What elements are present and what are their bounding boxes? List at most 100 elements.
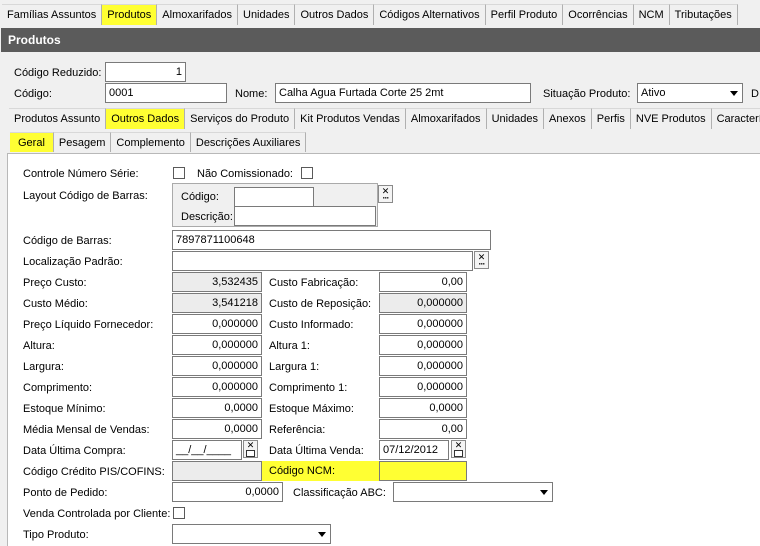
- preco-liquido-fornecedor-label: Preço Líquido Fornecedor:: [23, 319, 154, 331]
- data-ultima-compra-input[interactable]: __/__/____: [172, 440, 242, 460]
- largura-input[interactable]: 0,000000: [172, 356, 262, 376]
- top-tab-outros-dados[interactable]: Outros Dados: [295, 4, 375, 25]
- codigo-barras-input[interactable]: 7897871100648: [172, 230, 491, 250]
- chevron-down-icon[interactable]: [536, 483, 552, 501]
- top-tab-familias-assuntos[interactable]: Famílias Assuntos: [2, 4, 103, 25]
- custo-reposicao-input[interactable]: 0,000000: [379, 293, 467, 313]
- localizacao-padrao-input[interactable]: [172, 251, 473, 271]
- sub-tab-almoxarifados[interactable]: Almoxarifados: [405, 108, 487, 129]
- custo-medio-label: Custo Médio:: [23, 298, 88, 310]
- sub-tab-perfis[interactable]: Perfis: [591, 108, 631, 129]
- localizacao-lookup-button[interactable]: ✕ ···: [474, 251, 489, 269]
- nao-comissionado-checkbox[interactable]: [301, 167, 313, 179]
- sub-tab-nve-produtos[interactable]: NVE Produtos: [630, 108, 712, 129]
- estoque-minimo-input[interactable]: 0,0000: [172, 398, 262, 418]
- sub-tab-unidades[interactable]: Unidades: [486, 108, 545, 129]
- sub-tab-outros-dados[interactable]: Outros Dados: [106, 108, 186, 129]
- ellipsis-icon: ···: [382, 193, 390, 203]
- preco-custo-label: Preço Custo:: [23, 277, 87, 289]
- codigo-reduzido-input[interactable]: 1: [105, 62, 186, 82]
- venda-controlada-checkbox[interactable]: [173, 507, 185, 519]
- ponto-pedido-input[interactable]: 0,0000: [172, 482, 283, 502]
- altura1-label: Altura 1:: [269, 340, 310, 352]
- referencia-label: Referência:: [269, 424, 326, 436]
- controle-numero-serie-checkbox[interactable]: [173, 167, 185, 179]
- controle-numero-serie-label: Controle Número Série:: [23, 168, 139, 180]
- clear-icon: ✕: [246, 440, 255, 450]
- venda-controlada-label: Venda Controlada por Cliente:: [23, 508, 171, 520]
- situacao-produto-value: Ativo: [641, 87, 666, 99]
- codigo-ncm-input[interactable]: [379, 461, 467, 481]
- nao-comissionado-label: Não Comissionado:: [197, 168, 293, 180]
- tipo-produto-select[interactable]: [172, 524, 331, 544]
- custo-fabricacao-label: Custo Fabricação:: [269, 277, 359, 289]
- media-mensal-vendas-label: Média Mensal de Vendas:: [23, 424, 150, 436]
- nome-label: Nome:: [235, 88, 268, 100]
- top-tab-unidades[interactable]: Unidades: [238, 4, 296, 25]
- sub-tab-kit-produtos-vendas[interactable]: Kit Produtos Vendas: [295, 108, 406, 129]
- inner-tab-descricoes-auxiliares[interactable]: Descrições Auxiliares: [190, 132, 307, 152]
- top-tab-ocorrencias[interactable]: Ocorrências: [563, 4, 634, 25]
- classificacao-abc-select[interactable]: [393, 482, 553, 502]
- custo-informado-input[interactable]: 0,000000: [379, 314, 467, 334]
- layout-codigo-label: Código:: [181, 191, 219, 203]
- inner-tab-complemento[interactable]: Complemento: [111, 132, 191, 152]
- inner-tab-pesagem[interactable]: Pesagem: [53, 132, 112, 152]
- top-tab-codigos-alternativos[interactable]: Códigos Alternativos: [374, 4, 486, 25]
- tipo-produto-label: Tipo Produto:: [23, 529, 89, 541]
- data-ultima-venda-input[interactable]: 07/12/2012: [379, 440, 449, 460]
- page-title: Produtos: [1, 28, 760, 52]
- preco-liquido-fornecedor-input[interactable]: 0,000000: [172, 314, 262, 334]
- data-ultima-compra-calendar-button[interactable]: ✕: [243, 440, 258, 458]
- sub-tab-anexos[interactable]: Anexos: [544, 108, 592, 129]
- top-tab-produtos[interactable]: Produtos: [102, 4, 158, 25]
- top-tab-tributacoes[interactable]: Tributações: [669, 4, 738, 25]
- estoque-minimo-label: Estoque Mínimo:: [23, 403, 106, 415]
- codigo-ncm-label-text: Código NCM:: [269, 465, 336, 477]
- data-ultima-venda-label: Data Última Venda:: [269, 445, 364, 457]
- altura1-input[interactable]: 0,000000: [379, 335, 467, 355]
- altura-label: Altura:: [23, 340, 55, 352]
- sub-tab-bar: Produtos Assunto Outros Dados Serviços d…: [9, 108, 760, 129]
- codigo-credito-pis-input[interactable]: [172, 461, 262, 481]
- media-mensal-vendas-input[interactable]: 0,0000: [172, 419, 262, 439]
- top-tab-bar: Famílias Assuntos Produtos Almoxarifados…: [2, 4, 738, 25]
- sub-tab-servicos-produto[interactable]: Serviços do Produto: [185, 108, 296, 129]
- estoque-maximo-input[interactable]: 0,0000: [379, 398, 467, 418]
- clear-icon: ✕: [454, 440, 463, 450]
- layout-descricao-input[interactable]: [234, 206, 376, 226]
- custo-fabricacao-input[interactable]: 0,00: [379, 272, 467, 292]
- sub-tab-caracteristicas[interactable]: Característic: [711, 108, 760, 129]
- top-tab-ncm[interactable]: NCM: [633, 4, 670, 25]
- custo-medio-input[interactable]: 3,541218: [172, 293, 262, 313]
- inner-tab-bar: Geral Pesagem Complemento Descrições Aux…: [10, 132, 307, 152]
- classificacao-abc-label: Classificação ABC:: [293, 487, 386, 499]
- comprimento1-input[interactable]: 0,000000: [379, 377, 467, 397]
- top-tab-perfil-produto[interactable]: Perfil Produto: [485, 4, 564, 25]
- layout-descricao-label: Descrição:: [181, 211, 233, 223]
- data-ultima-compra-label: Data Última Compra:: [23, 445, 126, 457]
- localizacao-padrao-label: Localização Padrão:: [23, 256, 123, 268]
- sub-tab-produtos-assunto[interactable]: Produtos Assunto: [9, 108, 107, 129]
- codigo-input[interactable]: 0001: [105, 83, 227, 103]
- comprimento-input[interactable]: 0,000000: [172, 377, 262, 397]
- nome-input[interactable]: Calha Agua Furtada Corte 25 2mt: [275, 83, 531, 103]
- layout-lookup-button[interactable]: ✕ ···: [378, 185, 393, 203]
- codigo-ncm-label: Código NCM:: [262, 461, 379, 481]
- top-tab-almoxarifados[interactable]: Almoxarifados: [157, 4, 238, 25]
- preco-custo-input[interactable]: 3,532435: [172, 272, 262, 292]
- layout-codigo-input[interactable]: [234, 187, 314, 207]
- comprimento1-label: Comprimento 1:: [269, 382, 348, 394]
- data-ultima-venda-calendar-button[interactable]: ✕: [451, 440, 466, 458]
- comprimento-label: Comprimento:: [23, 382, 93, 394]
- situacao-produto-select[interactable]: Ativo: [637, 83, 743, 103]
- inner-tab-geral[interactable]: Geral: [10, 132, 54, 152]
- altura-input[interactable]: 0,000000: [172, 335, 262, 355]
- referencia-input[interactable]: 0,00: [379, 419, 467, 439]
- codigo-label: Código:: [14, 88, 52, 100]
- largura1-input[interactable]: 0,000000: [379, 356, 467, 376]
- situacao-produto-label: Situação Produto:: [543, 88, 631, 100]
- chevron-down-icon[interactable]: [726, 84, 742, 102]
- chevron-down-icon[interactable]: [314, 525, 330, 543]
- custo-reposicao-label: Custo de Reposição:: [269, 298, 372, 310]
